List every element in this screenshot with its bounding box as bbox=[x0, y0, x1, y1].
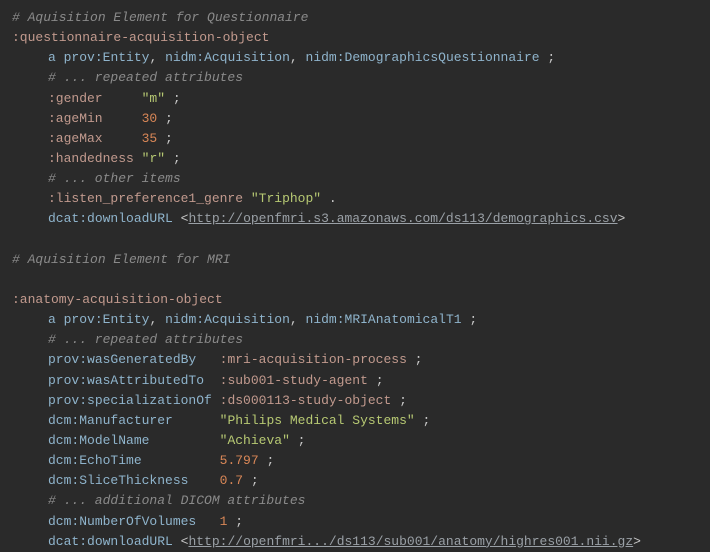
attr-SliceThickness: dcm:SliceThickness 0.7 ; bbox=[12, 471, 698, 491]
attr-specializationOf: prov:specializationOf :ds000113-study-ob… bbox=[12, 391, 698, 411]
mri-types: a prov:Entity, nidm:Acquisition, nidm:MR… bbox=[12, 310, 698, 330]
comment-other-items: # ... other items bbox=[12, 169, 698, 189]
comment-questionnaire-header: # Aquisition Element for Questionnaire bbox=[12, 8, 698, 28]
comment-repeated-attrs-1: # ... repeated attributes bbox=[12, 68, 698, 88]
questionnaire-types: a prov:Entity, nidm:Acquisition, nidm:De… bbox=[12, 48, 698, 68]
comment-mri-header: # Aquisition Element for MRI bbox=[12, 250, 698, 270]
attr-ModelName: dcm:ModelName "Achieva" ; bbox=[12, 431, 698, 451]
attr-Manufacturer: dcm:Manufacturer "Philips Medical System… bbox=[12, 411, 698, 431]
blank-1 bbox=[12, 230, 698, 250]
attr-m-downloadURL: dcat:downloadURL <http://openfmri.../ds1… bbox=[12, 532, 698, 552]
attr-ageMax: :ageMax 35 ; bbox=[12, 129, 698, 149]
attr-ageMin: :ageMin 30 ; bbox=[12, 109, 698, 129]
comment-repeated-attrs-2: # ... repeated attributes bbox=[12, 330, 698, 350]
mri-subject: :anatomy-acquisition-object bbox=[12, 290, 698, 310]
attr-wasGeneratedBy: prov:wasGeneratedBy :mri-acquisition-pro… bbox=[12, 350, 698, 370]
attr-gender: :gender "m" ; bbox=[12, 89, 698, 109]
blank-2 bbox=[12, 270, 698, 290]
attr-listen-pref: :listen_preference1_genre "Triphop" . bbox=[12, 189, 698, 209]
attr-wasAttributedTo: prov:wasAttributedTo :sub001-study-agent… bbox=[12, 371, 698, 391]
attr-q-downloadURL: dcat:downloadURL <http://openfmri.s3.ama… bbox=[12, 209, 698, 229]
attr-NumberOfVolumes: dcm:NumberOfVolumes 1 ; bbox=[12, 512, 698, 532]
attr-EchoTime: dcm:EchoTime 5.797 ; bbox=[12, 451, 698, 471]
attr-handedness: :handedness "r" ; bbox=[12, 149, 698, 169]
questionnaire-subject: :questionnaire-acquisition-object bbox=[12, 28, 698, 48]
comment-additional-dicom: # ... additional DICOM attributes bbox=[12, 491, 698, 511]
